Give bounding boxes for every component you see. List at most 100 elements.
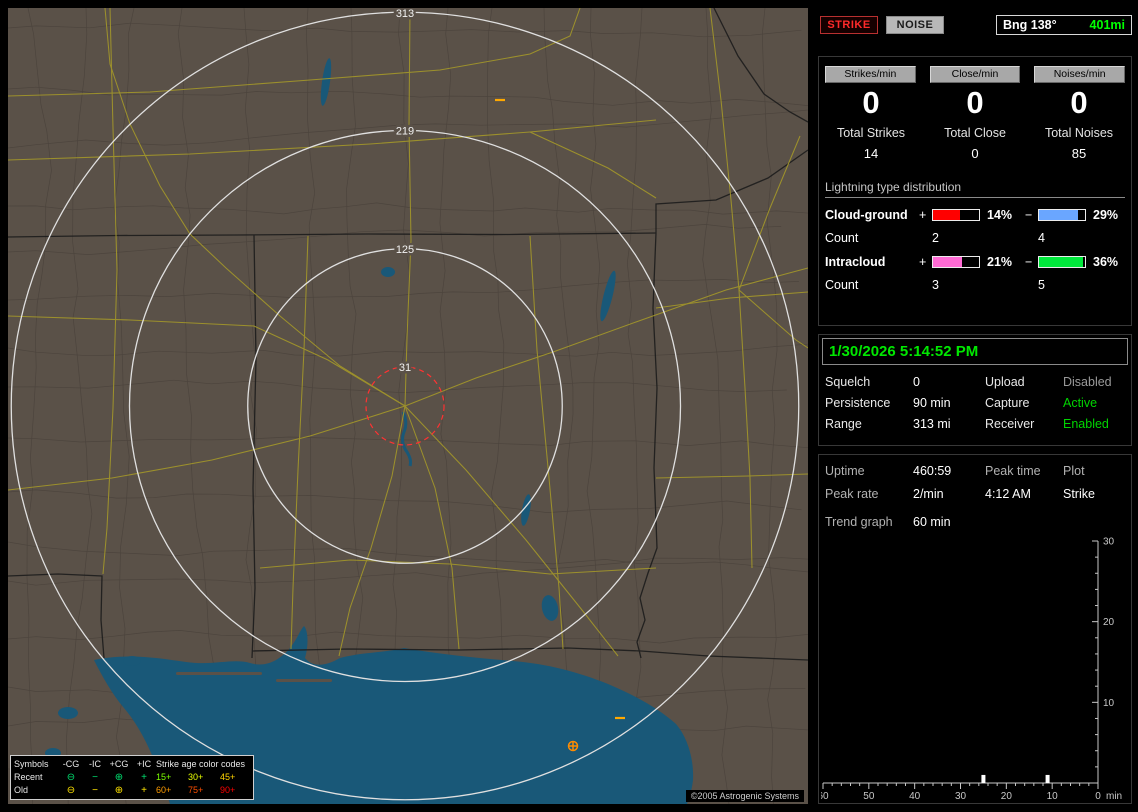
total-noises-label: Total Noises: [1044, 126, 1114, 140]
persistence-value: 90 min: [913, 396, 951, 410]
strike-indicator-button[interactable]: STRIKE: [820, 16, 878, 34]
distance-value: 401mi: [1089, 18, 1125, 32]
minus-sign: −: [1025, 208, 1033, 222]
status-grid: Uptime 460:59 Peak time Plot Peak rate 2…: [825, 464, 1131, 501]
datetime-display: 1/30/2026 5:14:52 PM: [822, 338, 1128, 365]
legend-symbols-title: Symbols: [14, 759, 49, 769]
age-codes-title: Strike age color codes: [156, 759, 246, 769]
age-30-label: 30+: [188, 772, 204, 782]
rate-values-row: 0 0 0: [819, 85, 1131, 121]
legend-recent-row: Recent ⊖ − ⊕ + 15+ 30+ 45+: [14, 771, 250, 784]
side-panel: STRIKE NOISE Bng 138° 401mi Strikes/min …: [818, 8, 1132, 804]
bearing-display: Bng 138° 401mi: [996, 15, 1132, 35]
close-per-min-label: Close/min: [929, 66, 1021, 83]
neg-cg-header: -CG: [62, 759, 80, 769]
cg-pos-bar: [932, 209, 980, 221]
uptime-label: Uptime: [825, 464, 865, 478]
neg-ic-header: -IC: [89, 759, 101, 769]
svg-text:50: 50: [863, 791, 875, 799]
rate-labels-row: Strikes/min Close/min Noises/min: [825, 66, 1125, 83]
legend-recent-label: Recent: [14, 772, 43, 782]
cg-neg-count: 4: [1038, 231, 1045, 245]
cg-pos-pct: 14%: [987, 208, 1013, 222]
close-per-min-value: 0: [966, 85, 984, 120]
noise-indicator-button[interactable]: NOISE: [886, 16, 944, 34]
cg-neg-pct: 29%: [1093, 208, 1119, 222]
settings-section: 1/30/2026 5:14:52 PM Squelch 0 Upload Di…: [818, 334, 1132, 446]
total-strikes-label: Total Strikes: [836, 126, 906, 140]
ic-pos-bar: [932, 256, 980, 268]
upload-status: Disabled: [1063, 375, 1112, 389]
legend-old-row: Old ⊖ − ⊕ + 60+ 75+ 90+: [14, 784, 250, 797]
neg-ic-recent-icon: −: [92, 772, 98, 783]
total-noises-value: 85: [1071, 146, 1087, 161]
trend-graph-value: 60 min: [913, 515, 951, 529]
svg-text:40: 40: [909, 791, 921, 799]
svg-text:10: 10: [1047, 791, 1059, 799]
ic-neg-bar: [1038, 256, 1086, 268]
strikes-per-min-label: Strikes/min: [825, 66, 916, 83]
intracloud-count-row: Count 3 5: [825, 278, 1131, 292]
lightning-map[interactable]: 313 219 125 31 Symbols -CG -IC +CG +IC Stri…: [8, 8, 808, 804]
settings-grid: Squelch 0 Upload Disabled Persistence 90…: [825, 375, 1131, 431]
receiver-label: Receiver: [985, 417, 1035, 431]
cg-pos-count: 2: [932, 231, 939, 245]
capture-status: Active: [1063, 396, 1098, 410]
svg-text:30: 30: [1103, 537, 1115, 548]
pos-cg-header: +CG: [109, 759, 129, 769]
svg-text:20: 20: [1001, 791, 1013, 799]
receiver-status: Enabled: [1063, 417, 1109, 431]
neg-ic-old-icon: −: [92, 785, 98, 796]
map-svg: 313 219 125 31: [8, 8, 808, 804]
ic-neg-count: 5: [1038, 278, 1045, 292]
noises-per-min-label: Noises/min: [1034, 66, 1125, 83]
map-legend: Symbols -CG -IC +CG +IC Strike age color…: [10, 755, 254, 800]
capture-label: Capture: [985, 396, 1030, 410]
totals-labels-row: Total Strikes Total Close Total Noises: [819, 126, 1131, 140]
range-label: Range: [825, 417, 862, 431]
peak-rate-label: Peak rate: [825, 487, 879, 501]
svg-text:20: 20: [1103, 617, 1115, 628]
neg-cg-old-icon: ⊖: [66, 785, 76, 796]
cg-count-label: Count: [825, 231, 859, 245]
total-close-value: 0: [971, 146, 979, 161]
ic-neg-pct: 36%: [1093, 255, 1119, 269]
pos-cg-recent-icon: ⊕: [114, 772, 124, 783]
pos-ic-old-icon: +: [141, 785, 147, 796]
age-75-label: 75+: [188, 785, 204, 795]
age-15-label: 15+: [156, 772, 172, 782]
ic-pos-count: 3: [932, 278, 939, 292]
svg-text:min: min: [1106, 791, 1122, 799]
indicator-row: STRIKE NOISE Bng 138° 401mi: [818, 14, 1132, 36]
intracloud-label: Intracloud: [825, 255, 886, 269]
total-close-label: Total Close: [944, 126, 1006, 140]
intracloud-row: Intracloud + 21% − 36%: [825, 255, 1131, 269]
copyright: ©2005 Astrogenic Systems: [685, 790, 804, 802]
total-strikes-value: 14: [863, 146, 879, 161]
age-45-label: 45+: [220, 772, 236, 782]
pos-ic-header: +IC: [136, 759, 152, 769]
legend-old-label: Old: [14, 785, 29, 795]
squelch-label: Squelch: [825, 375, 871, 389]
peak-time-value: 4:12 AM: [985, 487, 1031, 501]
cg-neg-bar: [1038, 209, 1086, 221]
ic-count-label: Count: [825, 278, 859, 292]
neg-cg-recent-icon: ⊖: [66, 772, 76, 783]
peak-rate-value: 2/min: [913, 487, 944, 501]
svg-text:313: 313: [396, 8, 414, 20]
uptime-value: 460:59: [913, 464, 952, 478]
status-trend-section: Uptime 460:59 Peak time Plot Peak rate 2…: [818, 454, 1132, 804]
minus-sign: −: [1025, 255, 1033, 269]
trend-graph-row: Trend graph 60 min: [825, 515, 1131, 529]
age-60-label: 60+: [156, 785, 172, 795]
distribution-title: Lightning type distribution: [825, 180, 1125, 198]
svg-text:10: 10: [1103, 698, 1115, 709]
statistics-section: Strikes/min Close/min Noises/min 0 0 0 T…: [818, 56, 1132, 326]
trend-chart: 10 20 30 60 50 40 30 20 10 0 min: [821, 537, 1122, 800]
svg-text:30: 30: [955, 791, 967, 799]
legend-header-row: Symbols -CG -IC +CG +IC Strike age color…: [14, 758, 250, 771]
persistence-label: Persistence: [825, 396, 891, 410]
svg-text:60: 60: [821, 791, 829, 799]
svg-text:219: 219: [396, 125, 414, 137]
cloud-ground-count-row: Count 2 4: [825, 231, 1131, 245]
